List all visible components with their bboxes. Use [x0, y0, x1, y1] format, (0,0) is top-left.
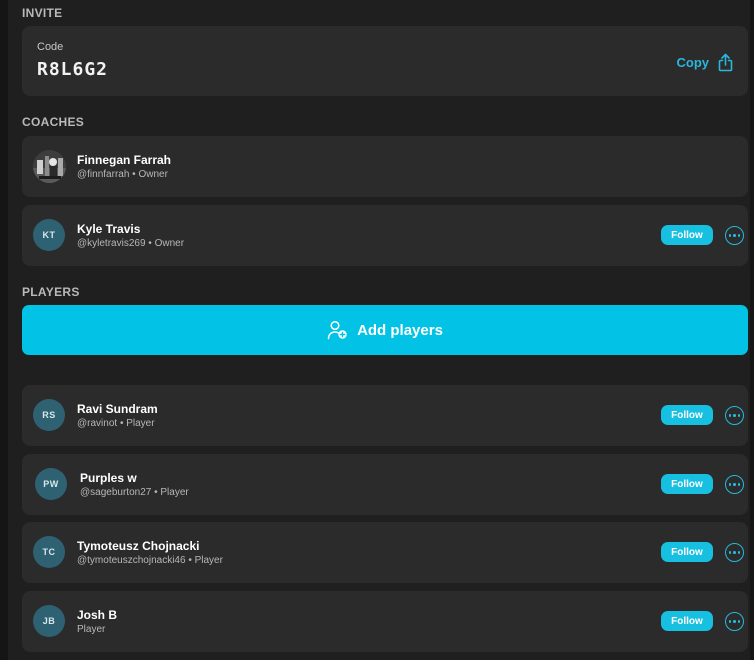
left-edge [0, 0, 8, 660]
invite-section-title: INVITE [22, 6, 63, 20]
coach-row[interactable]: KT Kyle Travis @kyletravis269 • Owner Fo… [22, 205, 748, 266]
coach-handle: @finnfarrah • Owner [77, 169, 168, 180]
follow-button[interactable]: Follow [661, 405, 713, 425]
player-handle: @sageburton27 • Player [80, 487, 189, 498]
player-handle: @tymoteuszchojnacki46 • Player [77, 555, 223, 566]
avatar: PW [35, 468, 67, 500]
copy-label: Copy [676, 54, 710, 70]
more-options-icon[interactable] [725, 226, 744, 245]
avatar [33, 150, 66, 183]
player-row[interactable]: JB Josh B Player Follow [22, 591, 748, 652]
player-row[interactable]: TC Tymoteusz Chojnacki @tymoteuszchojnac… [22, 522, 748, 583]
more-options-icon[interactable] [725, 543, 744, 562]
add-user-icon [327, 320, 347, 340]
more-options-icon[interactable] [725, 475, 744, 494]
follow-button[interactable]: Follow [661, 474, 713, 494]
copy-button[interactable]: Copy [677, 51, 735, 73]
follow-button[interactable]: Follow [661, 225, 713, 245]
coach-handle: @kyletravis269 • Owner [77, 238, 185, 249]
add-players-button[interactable]: Add players [22, 305, 748, 355]
player-name: Josh B [77, 608, 118, 622]
code-label: Code [37, 41, 64, 53]
player-name: Purples w [80, 471, 137, 485]
player-row[interactable]: PW Purples w @sageburton27 • Player Foll… [22, 454, 748, 515]
coach-name: Finnegan Farrah [77, 153, 172, 167]
avatar: RS [33, 399, 65, 431]
player-row[interactable]: RS Ravi Sundram @ravinot • Player Follow [22, 385, 748, 446]
avatar: KT [33, 219, 65, 251]
player-name: Tymoteusz Chojnacki [77, 539, 200, 553]
more-options-icon[interactable] [725, 612, 744, 631]
invite-code: R8L6G2 [37, 59, 109, 80]
coach-row[interactable]: Finnegan Farrah @finnfarrah • Owner [22, 136, 748, 197]
invite-card: Code R8L6G2 Copy [22, 26, 748, 96]
player-handle: @ravinot • Player [77, 418, 155, 429]
more-options-icon[interactable] [725, 406, 744, 425]
avatar: JB [33, 605, 65, 637]
roster-panel: INVITE Code R8L6G2 Copy COACHES Finnegan… [8, 0, 750, 660]
players-section-title: PLAYERS [22, 285, 80, 299]
coaches-section-title: COACHES [22, 115, 85, 129]
player-name: Ravi Sundram [77, 402, 158, 416]
player-handle: Player [77, 624, 106, 635]
right-edge [750, 0, 754, 660]
coach-name: Kyle Travis [77, 222, 141, 236]
follow-button[interactable]: Follow [661, 611, 713, 631]
avatar: TC [33, 536, 65, 568]
share-icon [718, 53, 733, 71]
add-players-label: Add players [357, 321, 443, 339]
follow-button[interactable]: Follow [661, 542, 713, 562]
